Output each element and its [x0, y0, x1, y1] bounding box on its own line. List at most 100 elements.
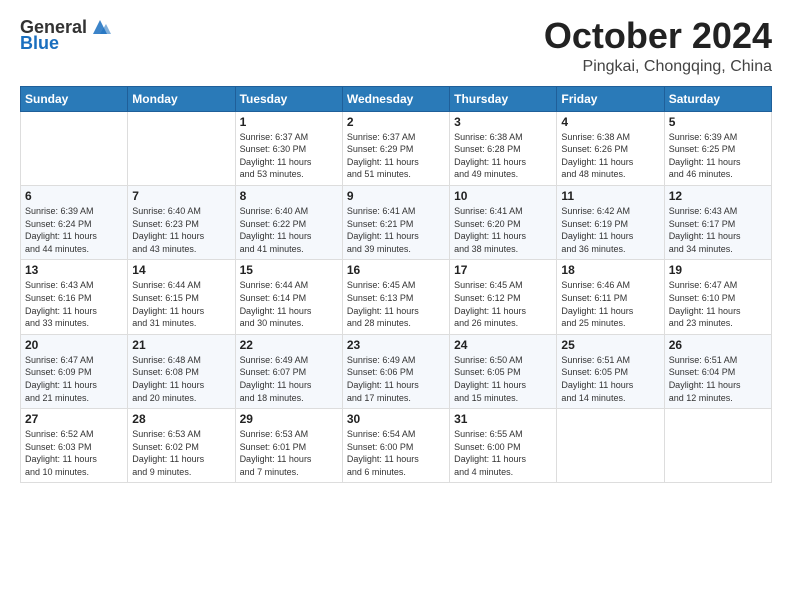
cell-content: Sunrise: 6:53 AM Sunset: 6:02 PM Dayligh… [132, 428, 230, 478]
day-number: 28 [132, 412, 230, 426]
day-number: 16 [347, 263, 445, 277]
col-header-tuesday: Tuesday [235, 86, 342, 111]
calendar-cell: 4 Sunrise: 6:38 AM Sunset: 6:26 PM Daylig… [557, 111, 664, 185]
day-number: 10 [454, 189, 552, 203]
calendar-cell: 10 Sunrise: 6:41 AM Sunset: 6:20 PM Dayli… [450, 185, 557, 259]
cell-content: Sunrise: 6:54 AM Sunset: 6:00 PM Dayligh… [347, 428, 445, 478]
calendar-cell: 24 Sunrise: 6:50 AM Sunset: 6:05 PM Dayli… [450, 334, 557, 408]
cell-content: Sunrise: 6:52 AM Sunset: 6:03 PM Dayligh… [25, 428, 123, 478]
cell-content: Sunrise: 6:45 AM Sunset: 6:12 PM Dayligh… [454, 279, 552, 329]
calendar-cell: 9Sunrise: 6:41 AM Sunset: 6:21 PM Daylig… [342, 185, 449, 259]
calendar-cell: 5Sunrise: 6:39 AM Sunset: 6:25 PM Daylig… [664, 111, 771, 185]
day-number: 9 [347, 189, 445, 203]
day-number: 3 [454, 115, 552, 129]
calendar-cell: 18 Sunrise: 6:46 AM Sunset: 6:11 PM Dayli… [557, 260, 664, 334]
cell-content: Sunrise: 6:41 AM Sunset: 6:20 PM Dayligh… [454, 205, 552, 255]
day-number: 31 [454, 412, 552, 426]
cell-content: Sunrise: 6:51 AM Sunset: 6:05 PM Dayligh… [561, 354, 659, 404]
cell-content: Sunrise: 6:44 AM Sunset: 6:15 PM Dayligh… [132, 279, 230, 329]
calendar-cell: 11 Sunrise: 6:42 AM Sunset: 6:19 PM Dayli… [557, 185, 664, 259]
col-header-monday: Monday [128, 86, 235, 111]
calendar-cell: 3 Sunrise: 6:38 AM Sunset: 6:28 PM Daylig… [450, 111, 557, 185]
calendar-cell: 2Sunrise: 6:37 AM Sunset: 6:29 PM Daylig… [342, 111, 449, 185]
calendar-cell: 12Sunrise: 6:43 AM Sunset: 6:17 PM Dayli… [664, 185, 771, 259]
cell-content: Sunrise: 6:43 AM Sunset: 6:16 PM Dayligh… [25, 279, 123, 329]
cell-content: Sunrise: 6:44 AM Sunset: 6:14 PM Dayligh… [240, 279, 338, 329]
cell-content: Sunrise: 6:42 AM Sunset: 6:19 PM Dayligh… [561, 205, 659, 255]
calendar-row: 6 Sunrise: 6:39 AM Sunset: 6:24 PM Daylig… [21, 185, 772, 259]
calendar-cell: 20 Sunrise: 6:47 AM Sunset: 6:09 PM Dayli… [21, 334, 128, 408]
day-number: 8 [240, 189, 338, 203]
cell-content: Sunrise: 6:51 AM Sunset: 6:04 PM Dayligh… [669, 354, 767, 404]
cell-content: Sunrise: 6:49 AM Sunset: 6:07 PM Dayligh… [240, 354, 338, 404]
calendar-table: SundayMondayTuesdayWednesdayThursdayFrid… [20, 86, 772, 484]
calendar-cell: 26 Sunrise: 6:51 AM Sunset: 6:04 PM Dayli… [664, 334, 771, 408]
calendar-cell: 15 Sunrise: 6:44 AM Sunset: 6:14 PM Dayli… [235, 260, 342, 334]
day-number: 14 [132, 263, 230, 277]
day-number: 17 [454, 263, 552, 277]
logo-blue: Blue [20, 34, 59, 52]
col-header-sunday: Sunday [21, 86, 128, 111]
calendar-cell: 25 Sunrise: 6:51 AM Sunset: 6:05 PM Dayli… [557, 334, 664, 408]
day-number: 25 [561, 338, 659, 352]
calendar-cell: 28 Sunrise: 6:53 AM Sunset: 6:02 PM Dayli… [128, 409, 235, 483]
day-number: 15 [240, 263, 338, 277]
day-number: 29 [240, 412, 338, 426]
cell-content: Sunrise: 6:40 AM Sunset: 6:22 PM Dayligh… [240, 205, 338, 255]
day-number: 11 [561, 189, 659, 203]
calendar-cell: 29 Sunrise: 6:53 AM Sunset: 6:01 PM Dayli… [235, 409, 342, 483]
day-number: 24 [454, 338, 552, 352]
calendar-cell [557, 409, 664, 483]
day-number: 19 [669, 263, 767, 277]
title-block: October 2024 Pingkai, Chongqing, China [544, 16, 772, 76]
day-number: 23 [347, 338, 445, 352]
calendar-cell: 31 Sunrise: 6:55 AM Sunset: 6:00 PM Dayli… [450, 409, 557, 483]
calendar-cell [21, 111, 128, 185]
calendar-cell: 21Sunrise: 6:48 AM Sunset: 6:08 PM Dayli… [128, 334, 235, 408]
cell-content: Sunrise: 6:49 AM Sunset: 6:06 PM Dayligh… [347, 354, 445, 404]
cell-content: Sunrise: 6:38 AM Sunset: 6:26 PM Dayligh… [561, 131, 659, 181]
cell-content: Sunrise: 6:38 AM Sunset: 6:28 PM Dayligh… [454, 131, 552, 181]
calendar-row: 1Sunrise: 6:37 AM Sunset: 6:30 PM Daylig… [21, 111, 772, 185]
col-header-saturday: Saturday [664, 86, 771, 111]
calendar-row: 20 Sunrise: 6:47 AM Sunset: 6:09 PM Dayli… [21, 334, 772, 408]
header: General Blue October 2024 Pingkai, Chong… [20, 16, 772, 76]
cell-content: Sunrise: 6:47 AM Sunset: 6:09 PM Dayligh… [25, 354, 123, 404]
calendar-cell: 22Sunrise: 6:49 AM Sunset: 6:07 PM Dayli… [235, 334, 342, 408]
cell-content: Sunrise: 6:37 AM Sunset: 6:29 PM Dayligh… [347, 131, 445, 181]
day-number: 6 [25, 189, 123, 203]
day-number: 1 [240, 115, 338, 129]
logo-icon [89, 16, 111, 38]
calendar-cell: 19Sunrise: 6:47 AM Sunset: 6:10 PM Dayli… [664, 260, 771, 334]
calendar-cell: 6 Sunrise: 6:39 AM Sunset: 6:24 PM Daylig… [21, 185, 128, 259]
calendar-cell: 23 Sunrise: 6:49 AM Sunset: 6:06 PM Dayli… [342, 334, 449, 408]
day-number: 18 [561, 263, 659, 277]
day-number: 20 [25, 338, 123, 352]
col-header-wednesday: Wednesday [342, 86, 449, 111]
calendar-cell: 16 Sunrise: 6:45 AM Sunset: 6:13 PM Dayli… [342, 260, 449, 334]
day-number: 4 [561, 115, 659, 129]
cell-content: Sunrise: 6:45 AM Sunset: 6:13 PM Dayligh… [347, 279, 445, 329]
cell-content: Sunrise: 6:53 AM Sunset: 6:01 PM Dayligh… [240, 428, 338, 478]
calendar-cell: 1Sunrise: 6:37 AM Sunset: 6:30 PM Daylig… [235, 111, 342, 185]
cell-content: Sunrise: 6:55 AM Sunset: 6:00 PM Dayligh… [454, 428, 552, 478]
cell-content: Sunrise: 6:46 AM Sunset: 6:11 PM Dayligh… [561, 279, 659, 329]
calendar-cell [128, 111, 235, 185]
day-number: 7 [132, 189, 230, 203]
calendar-cell: 27 Sunrise: 6:52 AM Sunset: 6:03 PM Dayli… [21, 409, 128, 483]
page: General Blue October 2024 Pingkai, Chong… [0, 0, 792, 503]
col-header-thursday: Thursday [450, 86, 557, 111]
calendar-cell [664, 409, 771, 483]
col-header-friday: Friday [557, 86, 664, 111]
day-number: 26 [669, 338, 767, 352]
month-title: October 2024 [544, 16, 772, 56]
day-number: 12 [669, 189, 767, 203]
day-number: 21 [132, 338, 230, 352]
day-number: 27 [25, 412, 123, 426]
day-number: 5 [669, 115, 767, 129]
calendar-cell: 7Sunrise: 6:40 AM Sunset: 6:23 PM Daylig… [128, 185, 235, 259]
cell-content: Sunrise: 6:39 AM Sunset: 6:24 PM Dayligh… [25, 205, 123, 255]
calendar-row: 13Sunrise: 6:43 AM Sunset: 6:16 PM Dayli… [21, 260, 772, 334]
cell-content: Sunrise: 6:50 AM Sunset: 6:05 PM Dayligh… [454, 354, 552, 404]
calendar-cell: 8 Sunrise: 6:40 AM Sunset: 6:22 PM Daylig… [235, 185, 342, 259]
